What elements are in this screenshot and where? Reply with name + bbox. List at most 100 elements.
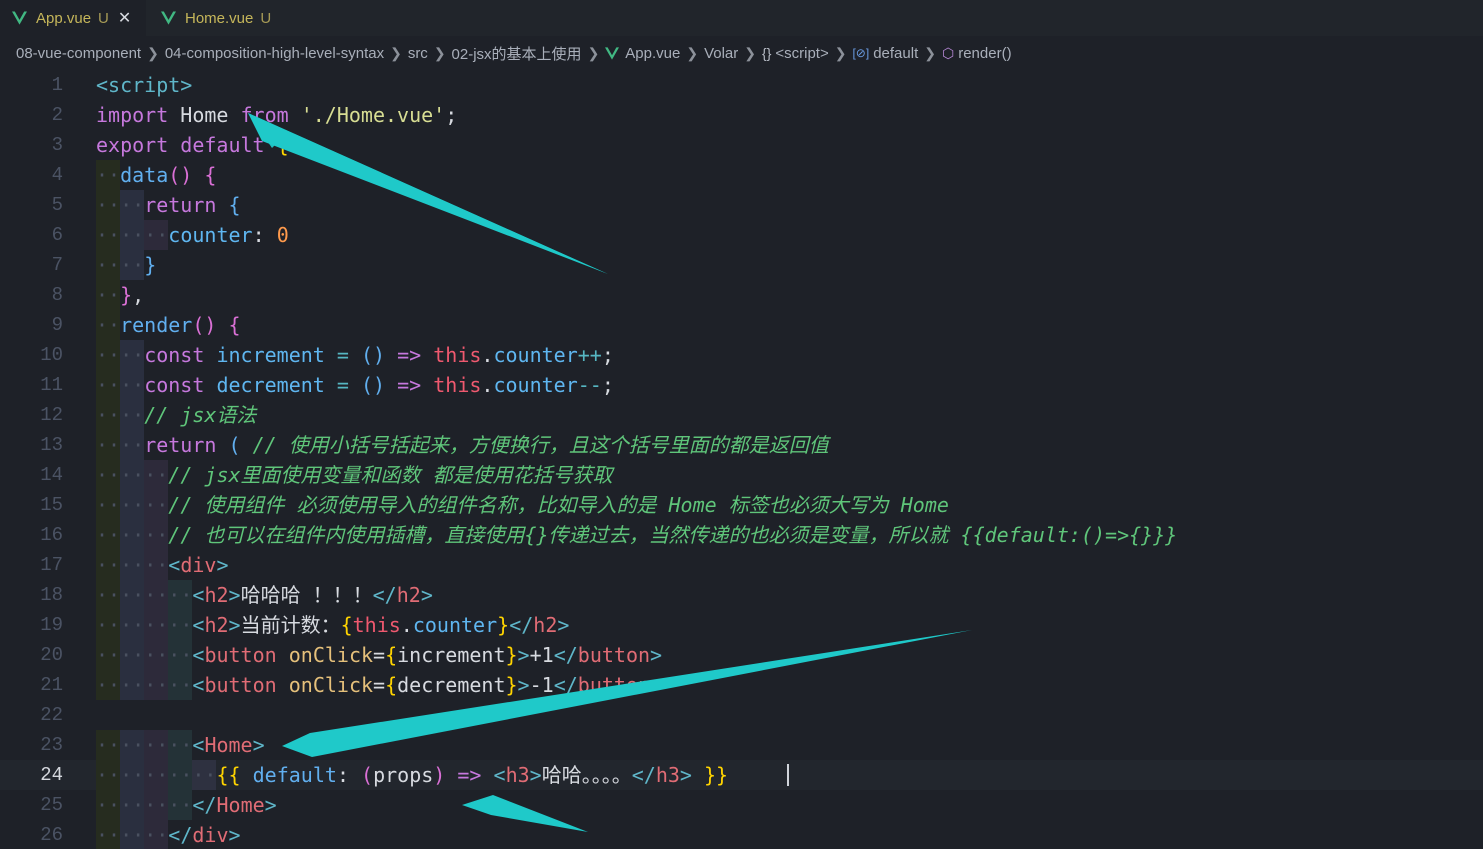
line-number: 18 [40,584,63,606]
code-line[interactable]: 22 [0,700,1483,730]
code-token: Home [168,103,241,127]
whitespace-dots: ·· [144,553,169,577]
code-line[interactable]: 25 ·· ·· ·· ·· </Home> [0,790,1483,820]
indent-guide: ·· [120,400,145,430]
close-tab-icon[interactable]: ✕ [118,8,131,28]
code-line[interactable]: 1 <script> [0,70,1483,100]
code-token: ; [601,373,614,397]
code-line[interactable]: 9 ·· render() { [0,310,1483,340]
breadcrumb-item[interactable]: render() [958,45,1011,62]
code-line[interactable]: 24 ·· ·· ·· ·· ··{{ default: (props) => <h3>哈… [0,760,1483,790]
breadcrumb-item[interactable]: <script> [775,45,828,62]
code-line[interactable]: 19 ·· ·· ·· ·· <h2>当前计数：{this.counter}</h2> [0,610,1483,640]
whitespace-dots: ·· [144,493,169,517]
indent-guide: ·· [144,610,169,640]
line-number: 1 [51,74,63,96]
code-line[interactable]: 17 ·· ·· ·· <div> [0,550,1483,580]
code-line[interactable]: 2 import Home from './Home.vue'; [0,100,1483,130]
code-line[interactable]: 16 ·· ·· ··// 也可以在组件内使用插槽，直接使用{}传递过去，当然传递的也… [0,520,1483,550]
code-token: } [497,613,510,637]
whitespace-dots: ·· [168,613,193,637]
indent-guide: ·· [120,250,145,280]
code-editor[interactable]: 1 <script> 2 import Home from './Home.vue';… [0,70,1483,849]
code-token: props [373,763,434,787]
code-token: </ [553,673,578,697]
whitespace-dots: ·· [120,463,145,487]
chevron-right-icon: ❯ [744,44,757,61]
code-token: h2 [533,613,558,637]
code-token: h3 [655,763,680,787]
code-token: h3 [505,763,530,787]
code-line[interactable]: 7 ·· ··} [0,250,1483,280]
code-token: . [400,613,413,637]
indent-guide: ·· [120,490,145,520]
whitespace-dots: ·· [144,823,169,847]
code-token: < [192,673,205,697]
whitespace-dots: ·· [144,583,169,607]
code-line[interactable]: 3 export default { [0,130,1483,160]
breadcrumb-item[interactable]: src [408,45,428,62]
breadcrumb: 08-vue-component ❯ 04-composition-high-l… [0,36,1483,70]
code-token: ; [445,103,458,127]
breadcrumb-item[interactable]: Volar [704,45,738,62]
code-line[interactable]: 26 ·· ·· ·· </div> [0,820,1483,849]
breadcrumb-item[interactable]: 04-composition-high-level-syntax [165,45,384,62]
code-token: button [577,643,651,667]
whitespace-dots: ·· [168,763,193,787]
whitespace-dots: ·· [120,823,145,847]
whitespace-dots: ·· [144,793,169,817]
code-line[interactable]: 5 ·· ·· return { [0,190,1483,220]
whitespace-dots: ·· [96,643,121,667]
line-number: 26 [40,824,63,846]
code-text: <button onClick={increment}>+1</button> [192,640,662,670]
code-line[interactable]: 12 ·· ··// jsx语法 [0,400,1483,430]
code-text: counter: 0 [168,220,288,250]
whitespace-dots: ·· [168,673,193,697]
code-text: <button onClick={decrement}>-1</button> [192,670,662,700]
code-line[interactable]: 14 ·· ·· ··// jsx里面使用变量和函数 都是使用花括号获取 [0,460,1483,490]
tab-home-vue[interactable]: Home.vue U [148,0,293,36]
chevron-right-icon: ❯ [433,44,446,61]
line-number: 22 [40,704,63,726]
code-line[interactable]: 20 ·· ·· ·· ·· <button onClick={increment}>+1… [0,640,1483,670]
indent-guide: ·· [96,640,121,670]
code-line[interactable]: 13 ·· ·· return ( // 使用小括号括起来，方便换行，且这个括号里面的… [0,430,1483,460]
indent-guide: ·· [96,580,121,610]
breadcrumb-item[interactable]: default [873,45,918,62]
breadcrumb-item[interactable]: App.vue [625,45,680,62]
whitespace-dots: ·· [96,373,121,397]
tab-filename: App.vue [36,9,92,27]
code-text: <script> [96,70,192,100]
vue-file-icon [605,46,620,60]
code-token: div [180,553,217,577]
code-line[interactable]: 21 ·· ·· ·· ·· <button onClick={decrement}>-1… [0,670,1483,700]
indent-guide: ·· [96,760,121,790]
code-text: // 也可以在组件内使用插槽，直接使用{}传递过去，当然传递的也必须是变量，所以… [168,520,1177,550]
code-line[interactable]: 15 ·· ·· ··// 使用组件 必须使用导入的组件名称，比如导入的是 Home … [0,490,1483,520]
code-line[interactable]: 8 ··}, [0,280,1483,310]
tab-app-vue[interactable]: App.vue U ✕ [0,0,146,36]
code-line[interactable]: 4 ·· data() { [0,160,1483,190]
indent-guide: ·· [96,730,121,760]
breadcrumb-item[interactable]: 08-vue-component [16,45,141,62]
code-text: {{ default: (props) => <h3>哈哈。。。。</h3> }… [217,760,729,790]
code-line[interactable]: 18 ·· ·· ·· ·· <h2>哈哈哈 ！！！</h2> [0,580,1483,610]
breadcrumb-item[interactable]: 02-jsx的基本上使用 [452,43,582,64]
whitespace-dots: ·· [96,253,121,277]
code-line[interactable]: 23 ·· ·· ·· ·· <Home> [0,730,1483,760]
indent-guide: ·· [120,640,145,670]
code-line[interactable]: 10 ·· ·· const increment = () => this.count… [0,340,1483,370]
code-line[interactable]: 6 ·· ·· ·· counter: 0 [0,220,1483,250]
indent-guide: ·· [120,760,145,790]
indent-guide: ·· [96,190,121,220]
code-line[interactable]: 11 ·· ·· const decrement = () => this.count… [0,370,1483,400]
code-token: default [252,763,337,787]
line-number: 2 [51,104,63,126]
code-token: h2 [396,583,421,607]
line-number: 6 [51,224,63,246]
